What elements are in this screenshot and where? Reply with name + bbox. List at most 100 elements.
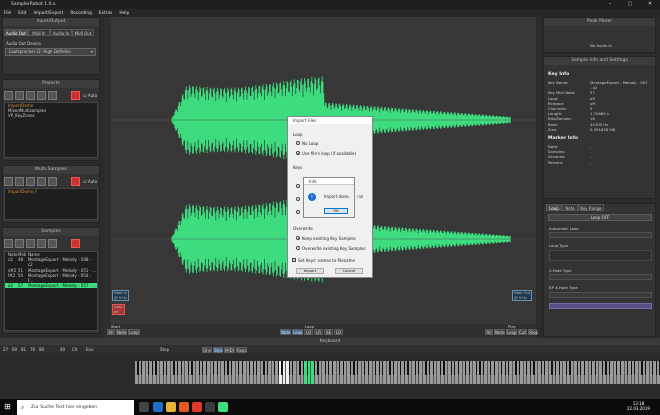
menu-edit[interactable]: Edit [18, 11, 26, 16]
export-sample-icon[interactable] [48, 239, 57, 248]
bm-se-button[interactable]: SE [324, 329, 333, 335]
minimize-button[interactable]: – [600, 0, 620, 9]
bl-note-button[interactable]: Note [116, 329, 127, 335]
tab-midi-out[interactable]: Midi Out [72, 29, 94, 36]
bp-fade-select[interactable] [549, 292, 652, 298]
tab-loop[interactable]: Loop [546, 204, 562, 211]
chrome-icon[interactable] [192, 402, 202, 412]
copy-sample-icon[interactable] [37, 239, 46, 248]
new-project-icon[interactable] [4, 91, 13, 100]
br-stop-button[interactable]: Stop [528, 329, 538, 335]
tab-audio-out[interactable]: Audio Out [4, 29, 28, 36]
open-project-icon[interactable] [15, 91, 24, 100]
keys-radio-3[interactable] [296, 210, 300, 214]
toolbar-ctl[interactable]: Ctl [72, 347, 77, 352]
multisamples-list[interactable]: ImportDemo_F [4, 188, 98, 220]
set-keys-checkbox[interactable]: ✓ [292, 258, 296, 262]
projects-list[interactable]: ImportDemo MixedMultisamples VP_KeyZones [4, 102, 98, 158]
overwrite-existing-radio[interactable] [296, 246, 300, 250]
menu-recording[interactable]: Recording [70, 11, 92, 16]
menu-extras[interactable]: Extras [99, 11, 113, 16]
windows-start-icon[interactable]: ⊞ [4, 403, 12, 411]
bm-lr-button[interactable]: LR [314, 329, 323, 335]
table-row-selected[interactable]: a2 57 MontageExport - Melody - 057 - ... [5, 283, 97, 289]
keep-existing-radio[interactable] [296, 236, 300, 240]
new-multisample-icon[interactable] [4, 177, 13, 186]
table-row[interactable]: c2 48 MontageExport - Melody - 048 - c2 [5, 257, 97, 267]
use-file-loop-radio[interactable] [296, 151, 300, 155]
audio-device-select[interactable]: Lautsprecher (2- High Definitio ▾ [5, 48, 96, 56]
import-button[interactable]: Import [296, 268, 324, 274]
delete-sample-icon[interactable] [71, 239, 80, 248]
apply-loop-button[interactable] [549, 303, 652, 309]
bl-all-button[interactable]: All [107, 329, 115, 335]
bm-loop-button[interactable]: Loop [292, 329, 303, 335]
toolbar-value[interactable]: 76 [30, 347, 35, 352]
auto-checkbox[interactable]: ☑ Auto [83, 93, 97, 98]
no-loop-radio[interactable] [296, 141, 300, 145]
maximize-button[interactable]: ▢ [620, 0, 640, 9]
toolbar-value[interactable]: 69 [12, 347, 17, 352]
app-icon[interactable] [205, 402, 215, 412]
toolbar-value[interactable]: 80 [39, 347, 44, 352]
explorer-icon[interactable] [166, 402, 176, 412]
br-cut-button[interactable]: Cut [518, 329, 527, 335]
toolbar-stps[interactable]: Stps [213, 347, 223, 353]
delete-multisample-icon[interactable] [71, 177, 80, 186]
save-sample-icon[interactable] [26, 239, 35, 248]
close-button[interactable]: ✕ [640, 0, 660, 9]
table-row[interactable]: f#2 54 MontageExport - Melody - 054 - F.… [5, 273, 97, 283]
toolbar-value[interactable]: 49 [60, 347, 65, 352]
taskbar-search-input[interactable]: Zur Suche Text hier eingeben [17, 400, 134, 415]
samples-table[interactable]: Note Midi Name c2 48 MontageExport - Mel… [4, 251, 98, 331]
toolbar-reac[interactable]: Reac [236, 347, 247, 353]
save-multisample-icon[interactable] [26, 177, 35, 186]
br-all-button[interactable]: All [485, 329, 493, 335]
bl-loop-button[interactable]: Loop [128, 329, 140, 335]
list-item[interactable]: ImportDemo_F [5, 189, 97, 194]
ok-button[interactable]: OK [324, 208, 348, 214]
keys-radio-1[interactable] [296, 184, 300, 188]
menu-import-export[interactable]: Import/Export [34, 11, 64, 16]
delete-project-icon[interactable] [71, 91, 80, 100]
new-sample-icon[interactable] [4, 239, 13, 248]
br-loop-button[interactable]: Loop [506, 329, 517, 335]
copy-project-icon[interactable] [37, 91, 46, 100]
keys-radio-2[interactable] [296, 197, 300, 201]
toolbar-value[interactable]: 81 [21, 347, 26, 352]
toolbar-step[interactable]: Step [160, 347, 169, 352]
samplerrobot-icon[interactable] [218, 402, 228, 412]
cancel-button[interactable]: Cancel [335, 268, 363, 274]
bm-lo2-button[interactable]: LO [334, 329, 343, 335]
tab-key-range[interactable]: Key Range [578, 204, 604, 211]
list-item[interactable]: VP_KeyZones [5, 113, 97, 118]
x-fade-select[interactable] [549, 274, 652, 280]
loop-marker[interactable]: Loop off [112, 304, 125, 315]
toolbar-env[interactable]: Env [86, 347, 93, 352]
firefox-icon[interactable] [179, 402, 189, 412]
copy-multisample-icon[interactable] [37, 177, 46, 186]
toolbar-value[interactable]: 27 [3, 347, 8, 352]
save-project-icon[interactable] [26, 91, 35, 100]
open-sample-icon[interactable] [15, 239, 24, 248]
br-note-button[interactable]: Note [494, 329, 505, 335]
edge-icon[interactable] [153, 402, 163, 412]
note-in-marker[interactable]: Note In @ 0 Hz [112, 290, 129, 301]
loop-off-button[interactable]: Loop OFF [548, 214, 652, 221]
auto-checkbox[interactable]: ☑ Auto [83, 179, 97, 184]
toolbar-midi[interactable]: MIDI [224, 347, 235, 353]
bm-note-button[interactable]: Note [280, 329, 291, 335]
auto-loop-control[interactable] [549, 232, 652, 238]
tab-midi-in[interactable]: Midi In [28, 29, 50, 36]
menu-help[interactable]: Help [119, 11, 129, 16]
open-multisample-icon[interactable] [15, 177, 24, 186]
bm-lo-button[interactable]: LO [304, 329, 313, 335]
note-out-marker[interactable]: Note Out @ 0 Hz [512, 290, 533, 301]
clock[interactable]: 13:18 22.03.2019 [627, 401, 650, 411]
loop-type-options[interactable] [549, 250, 652, 261]
export-multisample-icon[interactable] [48, 177, 57, 186]
menu-file[interactable]: File [4, 11, 11, 16]
tab-audio-in[interactable]: Audio In [50, 29, 72, 36]
toolbar-ons[interactable]: Ons [202, 347, 212, 353]
export-project-icon[interactable] [48, 91, 57, 100]
